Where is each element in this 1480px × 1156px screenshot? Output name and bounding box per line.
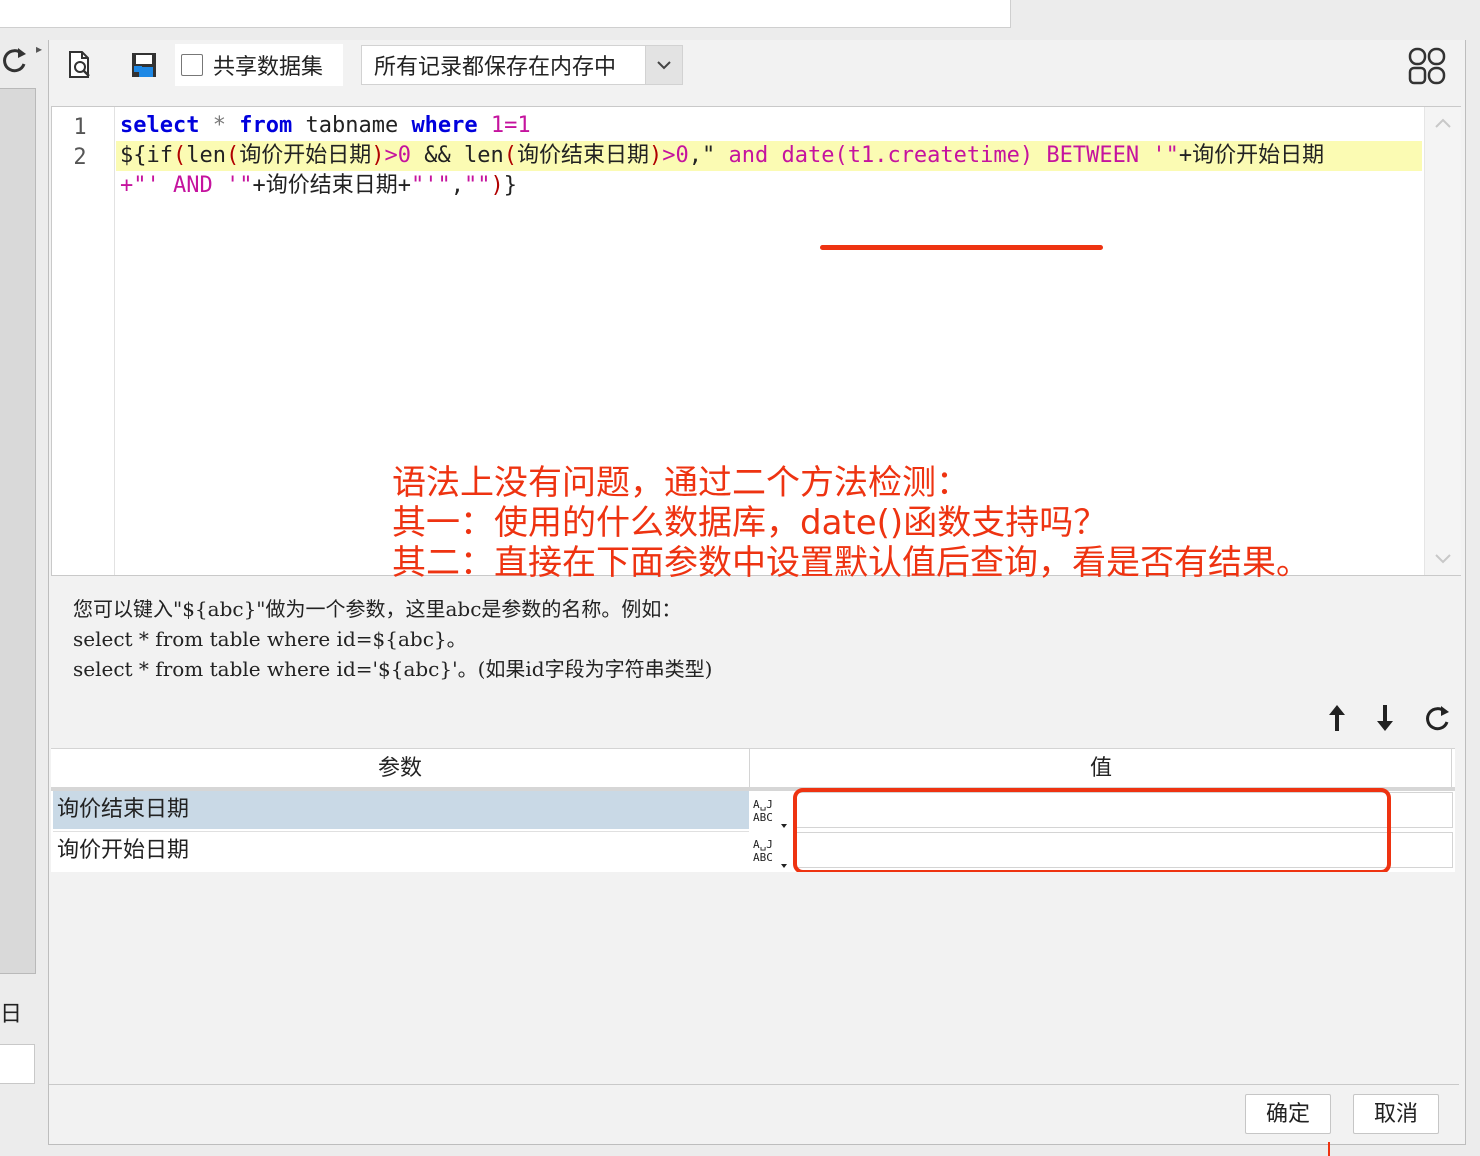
left-dataset-list[interactable] — [0, 88, 36, 974]
abc-type-icon[interactable]: A␣J ABC — [751, 831, 791, 869]
operator-star: * — [212, 113, 226, 138]
keyword-select: select — [120, 113, 200, 138]
ok-button[interactable]: 确定 — [1245, 1094, 1331, 1134]
hint-line: 您可以键入"${abc}"做为一个参数，这里abc是参数的名称。例如： — [73, 597, 682, 621]
svg-text:A␣J: A␣J — [753, 798, 773, 811]
svg-text:ABC: ABC — [753, 811, 773, 824]
token: "" — [463, 173, 491, 198]
line-number: 2 — [73, 145, 87, 170]
sql-dataset-dialog: 共享数据集 所有记录都保存在内存中 1 2 select * from tabn… — [48, 40, 1466, 1145]
left-partial-text: 日 — [0, 1002, 23, 1027]
hint-line: select * from table where id=${abc}。 — [73, 627, 467, 651]
vertical-scrollbar[interactable] — [1424, 107, 1461, 575]
token: '" — [1152, 143, 1179, 168]
table-name: tabname — [305, 113, 399, 138]
token: date(t1.createtime) — [781, 143, 1034, 168]
annotation-highlight-box — [793, 788, 1391, 874]
token: "'" — [410, 173, 451, 198]
code-line-2: ${if(len(询价开始日期)>0 && len(询价结束日期)>0," an… — [116, 141, 1422, 171]
line-number: 1 — [73, 115, 87, 140]
memory-mode-select[interactable]: 所有记录都保存在内存中 — [361, 45, 683, 85]
token: ( — [225, 143, 240, 168]
token: ) — [649, 143, 663, 168]
cancel-button[interactable]: 取消 — [1353, 1094, 1439, 1134]
hint-line: select * from table where id='${abc}'。(如… — [73, 657, 713, 681]
token: '" — [225, 173, 253, 198]
token: ${if — [120, 143, 173, 168]
bottom-marker — [1328, 1142, 1330, 1156]
expand-arrow-icon[interactable]: ▸ — [36, 42, 42, 56]
where-condition: 1=1 — [490, 113, 531, 138]
left-input-field[interactable] — [0, 1044, 35, 1084]
token: } — [503, 173, 517, 198]
code-line-2-wrap: +"' AND '"+询价结束日期+"'","")} — [120, 171, 517, 201]
token: && — [411, 143, 464, 168]
table-empty-area — [49, 872, 1459, 1085]
token: AND — [159, 173, 226, 198]
token: len — [186, 143, 226, 168]
top-input-field[interactable] — [0, 0, 1011, 28]
abc-type-icon[interactable]: A␣J ABC — [751, 791, 791, 829]
chevron-down-icon[interactable] — [645, 46, 682, 84]
token: , — [450, 173, 464, 198]
token: 询价开始日期 — [239, 143, 372, 168]
param-name-cell[interactable]: 询价开始日期 — [53, 831, 749, 869]
layout-grid-icon[interactable] — [1407, 46, 1447, 86]
sql-editor[interactable]: 1 2 select * from tabname where 1=1 ${if… — [51, 106, 1461, 583]
move-up-icon[interactable] — [1319, 700, 1355, 736]
token: ( — [172, 143, 187, 168]
annotation-underline — [820, 245, 1103, 250]
parameter-hint: 您可以键入"${abc}"做为一个参数，这里abc是参数的名称。例如： selec… — [73, 594, 712, 684]
column-header-value[interactable]: 值 — [751, 749, 1452, 787]
column-header-param[interactable]: 参数 — [51, 749, 750, 787]
token: ( — [503, 143, 517, 168]
annotation-line: 其二：直接在下面参数中设置默认值后查询，看是否有结果。 — [392, 543, 1310, 583]
save-icon[interactable] — [127, 48, 161, 82]
token: ) — [371, 143, 385, 168]
token: >0 — [384, 143, 412, 168]
token: and — [715, 143, 782, 168]
svg-text:ABC: ABC — [753, 851, 773, 864]
annotation-note: 语法上没有问题，通过二个方法检测： 其一：使用的什么数据库，date()函数支持… — [392, 463, 1310, 583]
scroll-up-icon[interactable] — [1433, 115, 1453, 131]
token: >0 — [662, 143, 689, 168]
annotation-line: 语法上没有问题，通过二个方法检测： — [392, 463, 970, 503]
svg-text:A␣J: A␣J — [753, 838, 773, 851]
share-dataset-checkbox[interactable]: 共享数据集 — [175, 44, 343, 86]
keyword-from: from — [239, 113, 293, 138]
code-line-1: select * from tabname where 1=1 — [120, 111, 531, 141]
token: +询价结束日期+ — [252, 173, 411, 198]
token: ) — [490, 173, 504, 198]
token: len — [463, 143, 504, 168]
refresh-icon[interactable] — [0, 44, 30, 80]
line-number-gutter: 1 2 — [52, 107, 115, 575]
param-name-cell[interactable]: 询价结束日期 — [53, 791, 749, 829]
refresh-params-icon[interactable] — [1419, 700, 1455, 736]
token: BETWEEN — [1033, 143, 1153, 168]
token: ," — [688, 143, 716, 168]
share-dataset-label: 共享数据集 — [213, 55, 324, 80]
keyword-where: where — [411, 113, 478, 138]
token: 询价结束日期 — [516, 143, 649, 168]
checkbox-square[interactable] — [181, 54, 203, 76]
token: +询价开始日期 — [1178, 143, 1325, 168]
scroll-down-icon[interactable] — [1433, 551, 1453, 567]
token: +"' — [120, 173, 160, 198]
memory-mode-value: 所有记录都保存在内存中 — [374, 55, 617, 80]
annotation-line: 其一：使用的什么数据库，date()函数支持吗？ — [392, 503, 1108, 543]
move-down-icon[interactable] — [1367, 700, 1403, 736]
preview-icon[interactable] — [63, 48, 97, 82]
